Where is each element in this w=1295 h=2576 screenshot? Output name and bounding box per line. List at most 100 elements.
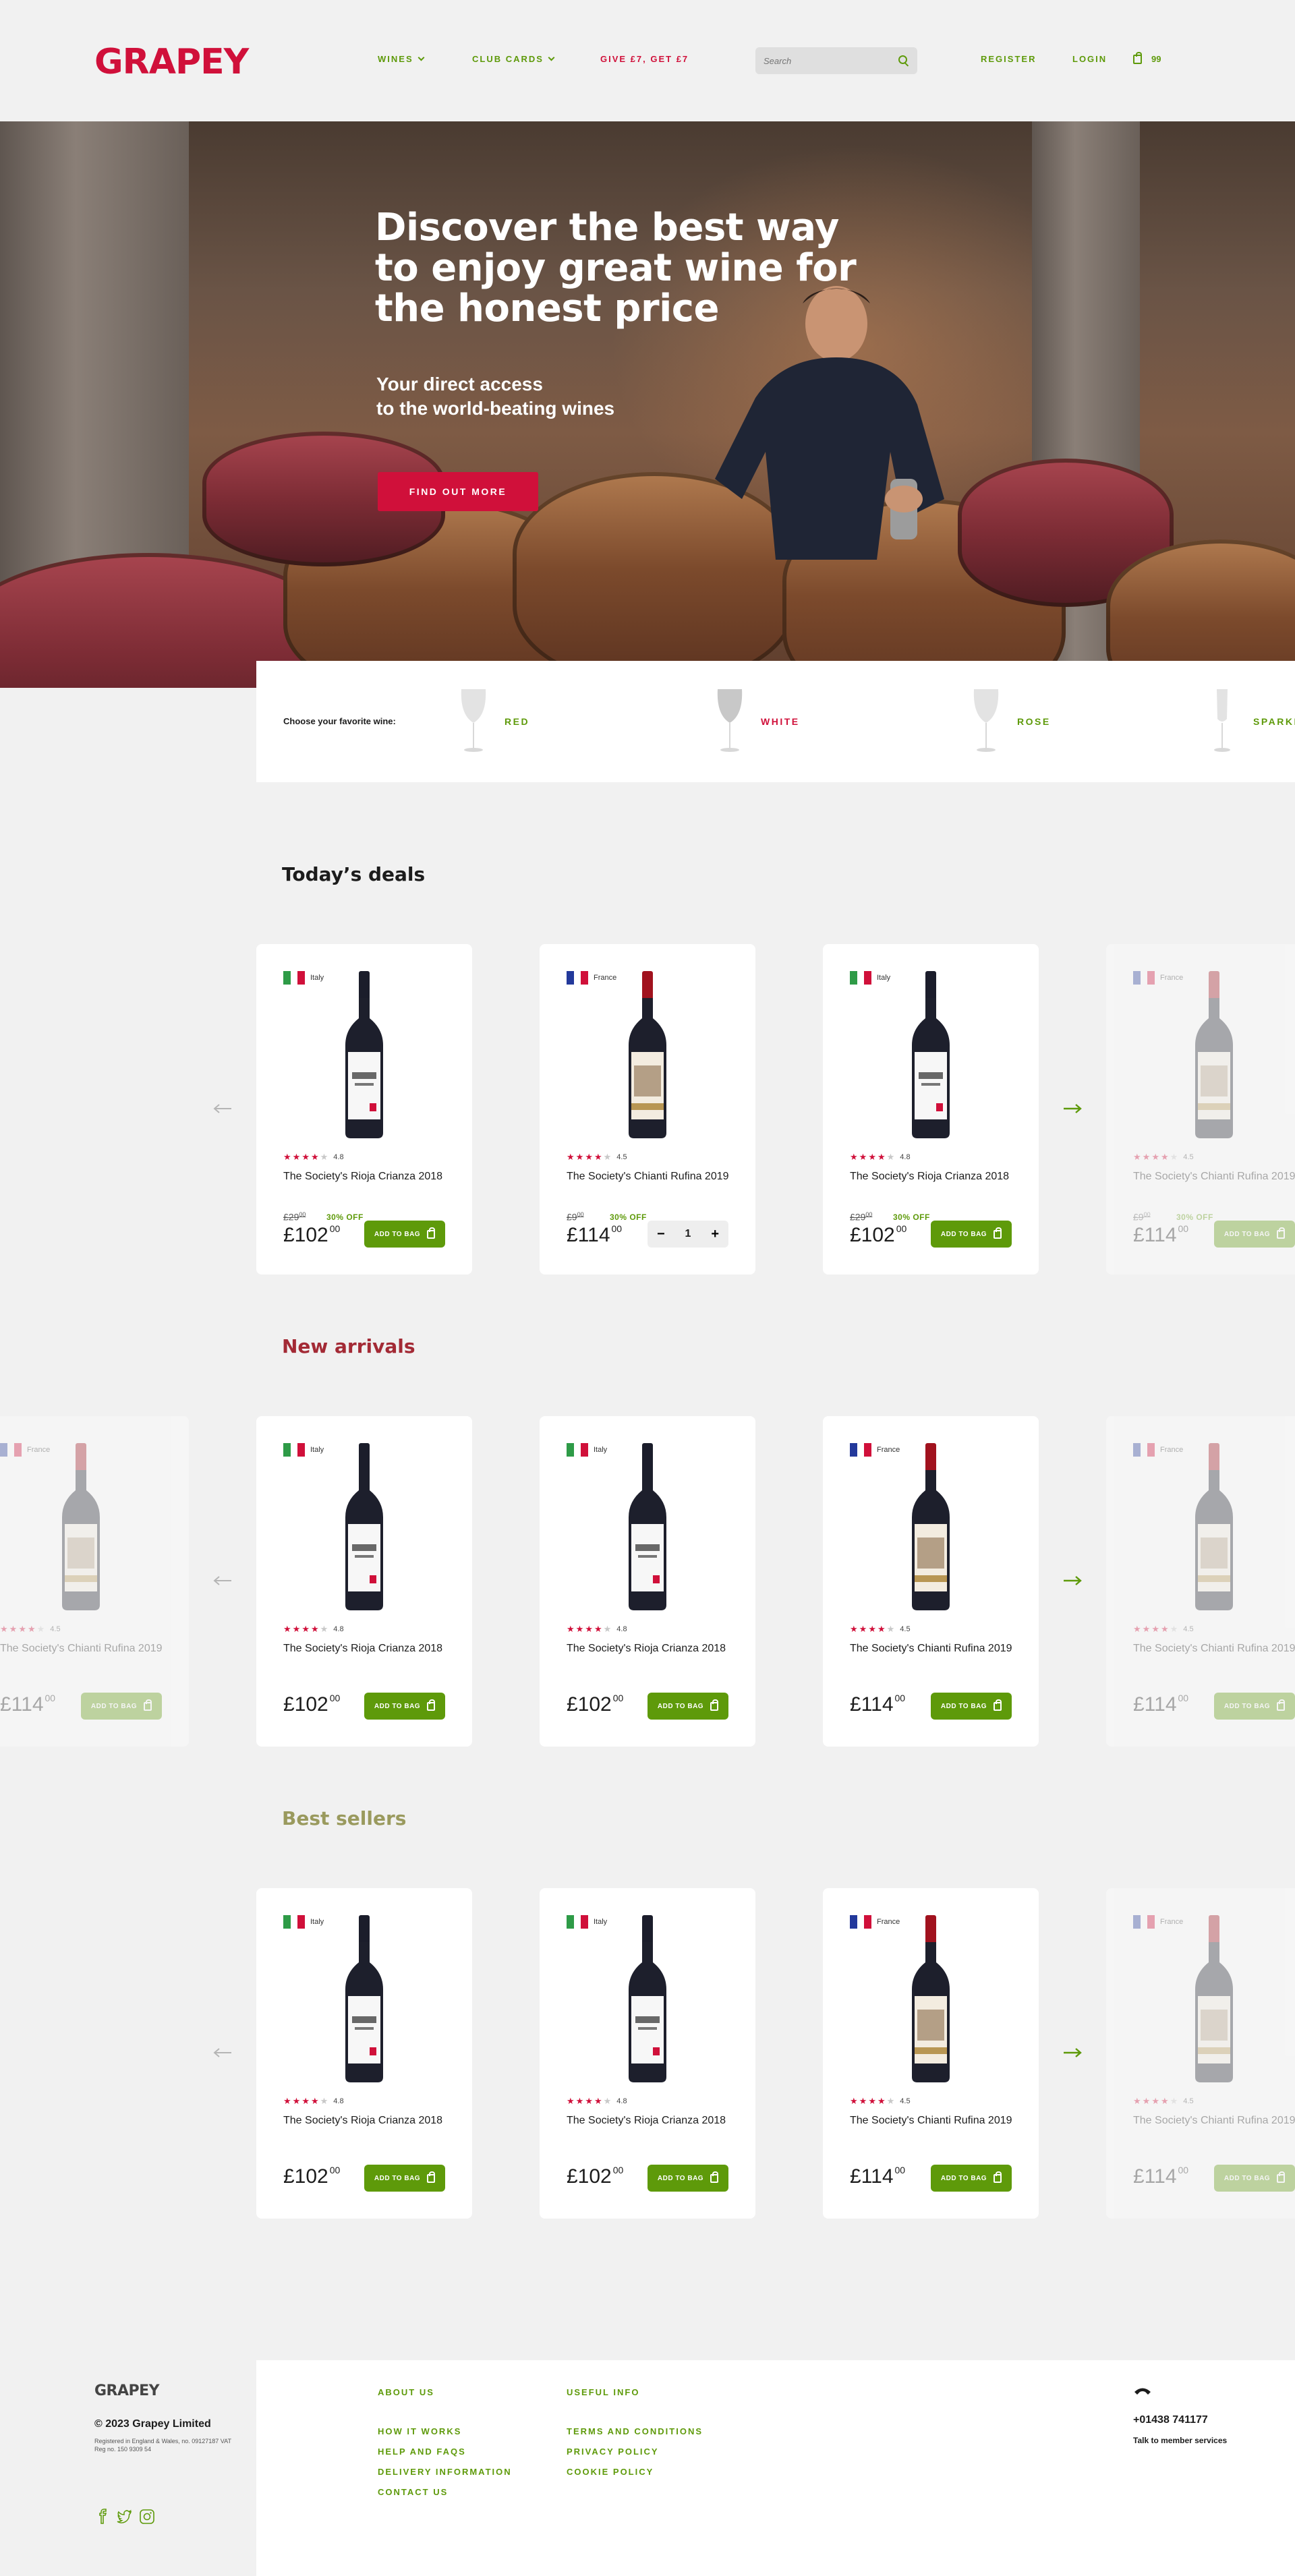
product-image[interactable]	[909, 1915, 952, 2084]
rating: ★ ★ ★ ★ ★ 4.5	[0, 1624, 61, 1635]
product-image[interactable]	[626, 971, 669, 1140]
footer-link[interactable]: PRIVACY POLICY	[567, 2447, 659, 2457]
product-name[interactable]: The Society's Rioja Crianza 2018	[283, 1641, 452, 1656]
product-name[interactable]: The Society's Chianti Rufina 2019	[567, 1169, 735, 1184]
star-icon: ★	[877, 1152, 886, 1162]
product-image[interactable]	[626, 1443, 669, 1612]
product-card[interactable]: Italy ★ ★ ★ ★ ★ 4.8 The Society's Rioja Crianza…	[256, 1888, 472, 2219]
wine-type-0[interactable]: RED	[459, 688, 529, 755]
product-image[interactable]	[1192, 1443, 1236, 1612]
add-to-bag-button[interactable]: ADD TO BAG	[1214, 2165, 1295, 2192]
login-link[interactable]: LOGIN	[1072, 54, 1107, 64]
wine-type-1[interactable]: WHITE	[715, 688, 800, 755]
product-card[interactable]: France ★ ★ ★ ★ ★ 4.5 The Society's Chianti Rufi…	[823, 1416, 1039, 1747]
search-input[interactable]	[764, 55, 898, 66]
star-icon: ★	[310, 1624, 319, 1634]
footer-link[interactable]: HOW IT WORKS	[378, 2426, 461, 2436]
product-name[interactable]: The Society's Chianti Rufina 2019	[1133, 1641, 1295, 1656]
product-card[interactable]: Italy ★ ★ ★ ★ ★ 4.8 The Society's Rioja Crianza…	[540, 1888, 755, 2219]
add-to-bag-button[interactable]: ADD TO BAG	[648, 2165, 728, 2192]
arrow-left-icon[interactable]	[213, 1575, 232, 1586]
footer-link[interactable]: COOKIE POLICY	[567, 2467, 654, 2477]
arrow-right-icon[interactable]	[1063, 1103, 1082, 1114]
register-link[interactable]: REGISTER	[981, 54, 1036, 64]
add-to-bag-button[interactable]: ADD TO BAG	[648, 1693, 728, 1720]
add-to-bag-button[interactable]: ADD TO BAG	[1214, 1693, 1295, 1720]
add-to-bag-button[interactable]: ADD TO BAG	[364, 2165, 445, 2192]
product-name[interactable]: The Society's Rioja Crianza 2018	[567, 1641, 735, 1656]
product-image[interactable]	[1192, 1915, 1236, 2084]
product-name[interactable]: The Society's Chianti Rufina 2019	[1133, 1169, 1295, 1184]
arrow-right-icon[interactable]	[1063, 2047, 1082, 2058]
footer-link[interactable]: TERMS AND CONDITIONS	[567, 2426, 703, 2436]
arrow-left-icon[interactable]	[213, 1103, 232, 1114]
product-name[interactable]: The Society's Rioja Crianza 2018	[850, 1169, 1018, 1184]
footer-heading[interactable]: USEFUL INFO	[567, 2387, 639, 2397]
product-card[interactable]: France ★ ★ ★ ★ ★ 4.5 The Society's Chianti Rufi…	[540, 944, 755, 1275]
product-image[interactable]	[343, 1915, 386, 2084]
product-card[interactable]: France ★ ★ ★ ★ ★ 4.5 The Society's Chianti Rufi…	[1106, 1416, 1295, 1747]
add-to-bag-button[interactable]: ADD TO BAG	[364, 1693, 445, 1720]
product-image[interactable]	[909, 1443, 952, 1612]
search-icon[interactable]	[898, 55, 909, 66]
arrow-right-icon[interactable]	[1063, 1575, 1082, 1586]
product-card[interactable]: Italy ★ ★ ★ ★ ★ 4.8 The Society's Rioja Crianza…	[540, 1416, 755, 1747]
product-card[interactable]: France ★ ★ ★ ★ ★ 4.5 The Society's Chianti Rufi…	[1106, 944, 1295, 1275]
nav-club-cards[interactable]: CLUB CARDS	[472, 54, 555, 64]
product-image[interactable]	[1192, 971, 1236, 1140]
cart-button[interactable]: 99	[1133, 51, 1161, 64]
star-icon: ★	[301, 2096, 310, 2106]
product-card[interactable]: Italy ★ ★ ★ ★ ★ 4.8 The Society's Rioja Crianza…	[256, 944, 472, 1275]
footer-link[interactable]: DELIVERY INFORMATION	[378, 2467, 512, 2477]
footer-logo[interactable]: GRAPEY	[94, 2382, 160, 2399]
add-to-bag-button[interactable]: ADD TO BAG	[931, 2165, 1012, 2192]
add-to-bag-button[interactable]: ADD TO BAG	[931, 1221, 1012, 1248]
add-to-bag-button[interactable]: ADD TO BAG	[931, 1693, 1012, 1720]
product-image[interactable]	[626, 1915, 669, 2084]
product-name[interactable]: The Society's Rioja Crianza 2018	[283, 1169, 452, 1184]
price-amount: £114	[567, 1224, 610, 1246]
find-out-more-button[interactable]: FIND OUT MORE	[378, 472, 538, 511]
country-tag: Italy	[283, 1443, 324, 1457]
product-card[interactable]: France ★ ★ ★ ★ ★ 4.5 The Society's Chianti Rufi…	[1106, 1888, 1295, 2219]
facebook-icon[interactable]	[94, 2509, 111, 2525]
flag-icon	[850, 1443, 872, 1457]
product-name[interactable]: The Society's Chianti Rufina 2019	[0, 1641, 169, 1656]
product-card[interactable]: Italy ★ ★ ★ ★ ★ 4.8 The Society's Rioja Crianza…	[823, 944, 1039, 1275]
nav-promo[interactable]: GIVE £7, GET £7	[600, 54, 689, 64]
product-image[interactable]	[343, 1443, 386, 1612]
product-card[interactable]: France ★ ★ ★ ★ ★ 4.5 The Society's Chianti Rufi…	[0, 1416, 189, 1747]
price: £114 00	[1133, 1693, 1188, 1716]
add-to-bag-button[interactable]: ADD TO BAG	[364, 1221, 445, 1248]
product-name[interactable]: The Society's Rioja Crianza 2018	[567, 2113, 735, 2128]
product-name[interactable]: The Society's Chianti Rufina 2019	[850, 1641, 1018, 1656]
product-image[interactable]	[59, 1443, 103, 1612]
wine-bottle-image	[1195, 1915, 1233, 2082]
footer-phone[interactable]: +01438 741177	[1133, 2414, 1208, 2426]
add-to-bag-button[interactable]: ADD TO BAG	[81, 1693, 162, 1720]
twitter-icon[interactable]	[116, 2509, 132, 2525]
increment-button[interactable]: +	[711, 1227, 719, 1242]
instagram-icon[interactable]	[139, 2509, 155, 2525]
product-name[interactable]: The Society's Chianti Rufina 2019	[1133, 2113, 1295, 2128]
product-card[interactable]: France ★ ★ ★ ★ ★ 4.5 The Society's Chianti Rufi…	[823, 1888, 1039, 2219]
nav-wines[interactable]: WINES	[378, 54, 425, 64]
wine-type-2[interactable]: ROSE	[971, 688, 1051, 755]
add-to-bag-button[interactable]: ADD TO BAG	[1214, 1221, 1295, 1248]
footer-copyright: © 2023 Grapey Limited	[94, 2418, 211, 2430]
footer-link[interactable]: CONTACT US	[378, 2487, 448, 2497]
product-card[interactable]: Italy ★ ★ ★ ★ ★ 4.8 The Society's Rioja Crianza…	[256, 1416, 472, 1747]
decrement-button[interactable]: −	[657, 1227, 665, 1242]
star-icon: ★	[1151, 1624, 1159, 1634]
footer-link[interactable]: HELP AND FAQS	[378, 2447, 466, 2457]
footer-heading[interactable]: ABOUT US	[378, 2387, 434, 2397]
product-image[interactable]	[343, 971, 386, 1140]
flag-icon	[1133, 1443, 1155, 1457]
logo[interactable]: GRAPEY	[94, 42, 249, 82]
star-icon: ★	[1170, 2096, 1178, 2106]
wine-type-3[interactable]: SPARKLING	[1207, 688, 1295, 755]
product-image[interactable]	[909, 971, 952, 1140]
product-name[interactable]: The Society's Chianti Rufina 2019	[850, 2113, 1018, 2128]
product-name[interactable]: The Society's Rioja Crianza 2018	[283, 2113, 452, 2128]
arrow-left-icon[interactable]	[213, 2047, 232, 2058]
